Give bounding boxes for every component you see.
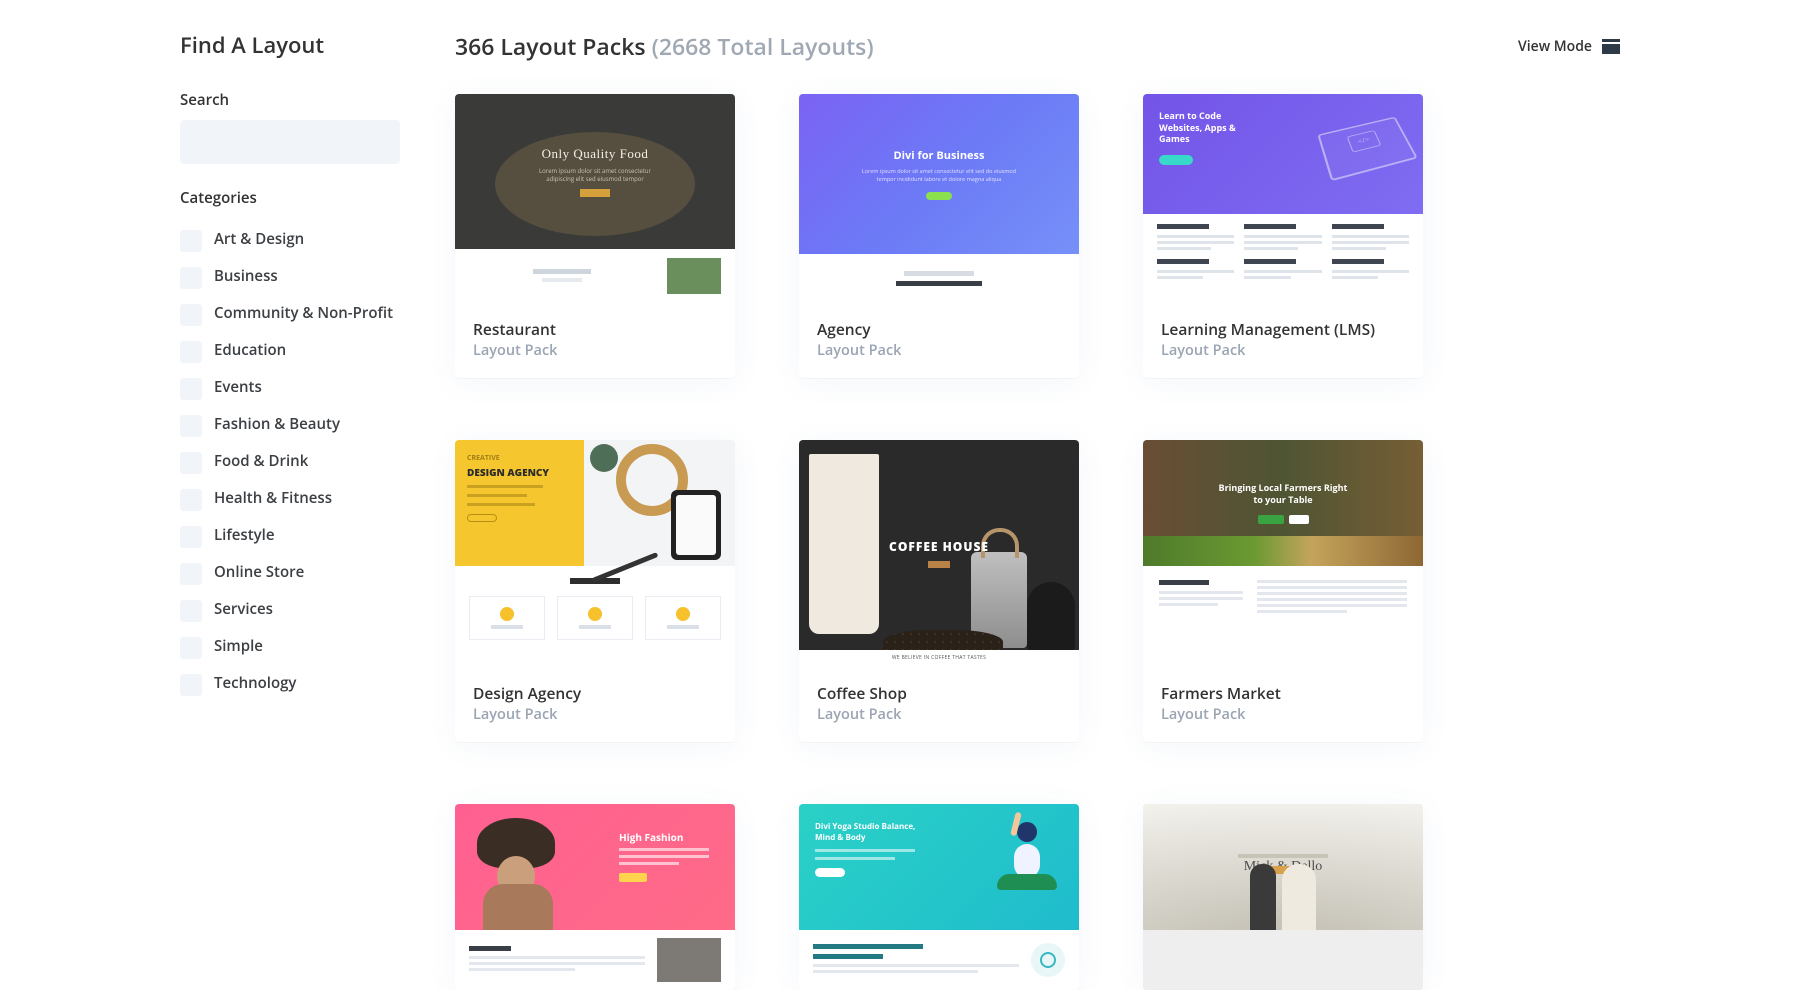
thumb-section: About Us (469, 946, 511, 951)
checkbox-icon[interactable] (180, 341, 202, 363)
card-thumbnail: Divi Yoga Studio Balance, Mind & Body (799, 804, 1079, 990)
card-thumbnail: Bringing Local Farmers Right to your Tab… (1143, 440, 1423, 666)
checkbox-icon[interactable] (180, 674, 202, 696)
layout-card-agency[interactable]: Divi for BusinessLorem ipsum dolor sit a… (799, 94, 1079, 378)
checkbox-icon[interactable] (180, 526, 202, 548)
category-label: Food & Drink (214, 451, 308, 471)
page-title: 366 Layout Packs (2668 Total Layouts) (455, 30, 874, 62)
categories-label: Categories (180, 188, 400, 208)
view-mode-label: View Mode (1518, 37, 1592, 56)
category-label: Community & Non-Profit (214, 303, 393, 323)
view-mode-toggle[interactable]: View Mode (1518, 37, 1620, 56)
card-thumbnail: Mick & Dello (1143, 804, 1423, 990)
thumb-headline: Divi for Business (893, 148, 984, 163)
card-thumbnail: Divi for BusinessLorem ipsum dolor sit a… (799, 94, 1079, 302)
thumb-headline: Learn to Code Websites, Apps & Games (1159, 110, 1259, 145)
thumb-headline: DESIGN AGENCY (467, 465, 572, 479)
card-title: Coffee Shop (817, 682, 1061, 704)
card-thumbnail: High Fashion About Us (455, 804, 735, 990)
layout-card-wedding[interactable]: Mick & Dello (1143, 804, 1423, 990)
category-label: Simple (214, 636, 263, 656)
thumb-headline: COFFEE HOUSE (889, 538, 989, 555)
category-education[interactable]: Education (180, 333, 400, 370)
checkbox-icon[interactable] (180, 563, 202, 585)
card-subtitle: Layout Pack (817, 341, 1061, 360)
layout-card-fashion[interactable]: High Fashion About Us (455, 804, 735, 990)
card-title: Agency (817, 318, 1061, 340)
sidebar: Find A Layout Search Categories Art & De… (180, 30, 400, 990)
category-fashion-beauty[interactable]: Fashion & Beauty (180, 407, 400, 444)
checkbox-icon[interactable] (180, 415, 202, 437)
category-food-drink[interactable]: Food & Drink (180, 444, 400, 481)
category-simple[interactable]: Simple (180, 629, 400, 666)
layout-pack-count: 366 Layout Packs (455, 30, 646, 62)
main: 366 Layout Packs (2668 Total Layouts) Vi… (455, 30, 1620, 990)
thumb-headline: Divi Yoga Studio Balance, Mind & Body (815, 822, 925, 844)
category-label: Events (214, 377, 262, 397)
category-label: Services (214, 599, 273, 619)
category-label: Lifestyle (214, 525, 275, 545)
category-list: Art & Design Business Community & Non-Pr… (180, 222, 400, 703)
card-thumbnail: Only Quality FoodLorem ipsum dolor sit a… (455, 94, 735, 302)
category-label: Education (214, 340, 286, 360)
thumb-headline: Bringing Local Farmers Right to your Tab… (1213, 482, 1353, 505)
layout-card-farmers-market[interactable]: Bringing Local Farmers Right to your Tab… (1143, 440, 1423, 742)
category-art-design[interactable]: Art & Design (180, 222, 400, 259)
main-header: 366 Layout Packs (2668 Total Layouts) Vi… (455, 30, 1620, 62)
card-thumbnail: CREATIVEDESIGN AGENCY WHAT WE DO (455, 440, 735, 666)
layout-card-design-agency[interactable]: CREATIVEDESIGN AGENCY WHAT WE DO Design … (455, 440, 735, 742)
card-subtitle: Layout Pack (473, 341, 717, 360)
layout-grid: Only Quality FoodLorem ipsum dolor sit a… (455, 94, 1620, 990)
checkbox-icon[interactable] (180, 489, 202, 511)
card-subtitle: Layout Pack (473, 705, 717, 724)
category-label: Online Store (214, 562, 304, 582)
checkbox-icon[interactable] (180, 267, 202, 289)
checkbox-icon[interactable] (180, 637, 202, 659)
search-input[interactable] (180, 120, 400, 164)
category-technology[interactable]: Technology (180, 666, 400, 703)
stack-view-icon (1602, 39, 1620, 54)
sidebar-title: Find A Layout (180, 30, 400, 60)
category-community-non-profit[interactable]: Community & Non-Profit (180, 296, 400, 333)
layout-card-yoga[interactable]: Divi Yoga Studio Balance, Mind & Body (799, 804, 1079, 990)
thumb-headline: High Fashion (619, 830, 709, 844)
checkbox-icon[interactable] (180, 378, 202, 400)
search-label: Search (180, 90, 400, 110)
category-label: Fashion & Beauty (214, 414, 340, 434)
layout-card-coffee-shop[interactable]: COFFEE HOUSEWE BELIEVE IN COFFEE THAT TA… (799, 440, 1079, 742)
card-title: Restaurant (473, 318, 717, 340)
layout-card-restaurant[interactable]: Only Quality FoodLorem ipsum dolor sit a… (455, 94, 735, 378)
card-title: Farmers Market (1161, 682, 1405, 704)
card-title: Learning Management (LMS) (1161, 318, 1405, 340)
card-title: Design Agency (473, 682, 717, 704)
category-online-store[interactable]: Online Store (180, 555, 400, 592)
checkbox-icon[interactable] (180, 230, 202, 252)
card-subtitle: Layout Pack (1161, 341, 1405, 360)
thumb-headline: Only Quality Food (542, 146, 649, 162)
checkbox-icon[interactable] (180, 600, 202, 622)
category-events[interactable]: Events (180, 370, 400, 407)
card-subtitle: Layout Pack (817, 705, 1061, 724)
category-services[interactable]: Services (180, 592, 400, 629)
card-subtitle: Layout Pack (1161, 705, 1405, 724)
card-thumbnail: Learn to Code Websites, Apps & Games (1143, 94, 1423, 302)
category-label: Business (214, 266, 278, 286)
category-lifestyle[interactable]: Lifestyle (180, 518, 400, 555)
category-business[interactable]: Business (180, 259, 400, 296)
checkbox-icon[interactable] (180, 452, 202, 474)
category-label: Technology (214, 673, 296, 693)
layout-card-lms[interactable]: Learn to Code Websites, Apps & Games Lea… (1143, 94, 1423, 378)
thumb-kicker: CREATIVE (467, 454, 572, 463)
total-layouts-count: (2668 Total Layouts) (652, 30, 874, 62)
category-label: Art & Design (214, 229, 304, 249)
category-health-fitness[interactable]: Health & Fitness (180, 481, 400, 518)
checkbox-icon[interactable] (180, 304, 202, 326)
thumb-section: Our Markets (1159, 580, 1209, 585)
category-label: Health & Fitness (214, 488, 332, 508)
card-thumbnail: COFFEE HOUSEWE BELIEVE IN COFFEE THAT TA… (799, 440, 1079, 666)
